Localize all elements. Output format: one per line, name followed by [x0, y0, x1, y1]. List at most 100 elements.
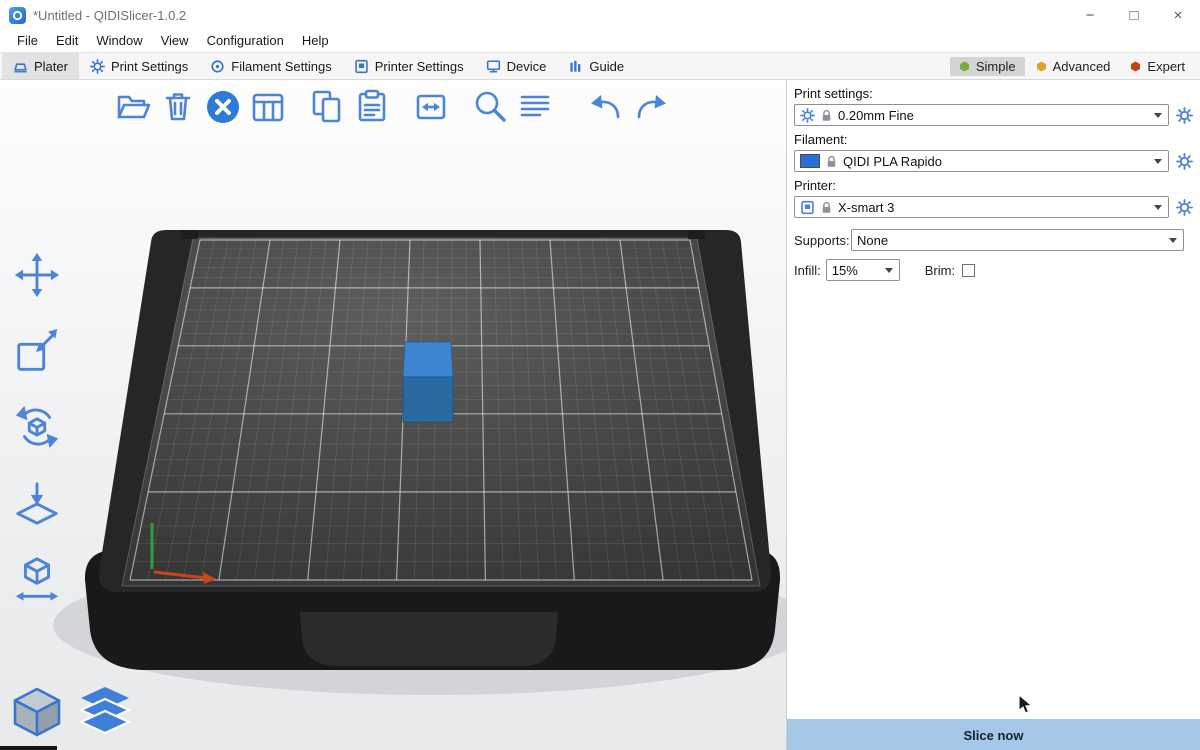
device-icon	[486, 59, 501, 74]
mode-label: Simple	[976, 59, 1016, 74]
guide-icon	[568, 59, 583, 74]
3d-scene[interactable]	[0, 80, 786, 750]
measure-tool-button[interactable]	[10, 552, 64, 606]
open-button[interactable]	[112, 86, 154, 128]
redo-icon	[631, 87, 671, 127]
mode-simple[interactable]: Simple	[950, 57, 1025, 76]
menu-window[interactable]: Window	[87, 30, 151, 52]
gear-icon	[1176, 107, 1193, 124]
menu-bar: File Edit Window View Configuration Help	[0, 30, 1200, 52]
move-icon	[12, 250, 62, 300]
paste-icon	[352, 87, 392, 127]
minimize-button[interactable]: −	[1068, 0, 1112, 30]
plater-icon	[13, 59, 28, 74]
app-window: *Untitled - QIDISlicer-1.0.2 − □ × File …	[0, 0, 1200, 750]
view-switch	[8, 682, 134, 742]
tab-guide[interactable]: Guide	[557, 53, 635, 79]
lock-icon	[825, 155, 838, 168]
menu-help[interactable]: Help	[293, 30, 338, 52]
viewport-toolbar	[112, 86, 672, 128]
mode-selector: Simple Advanced Expert	[950, 53, 1200, 79]
undo-icon	[586, 87, 626, 127]
paste-button[interactable]	[351, 86, 393, 128]
move-tool-button[interactable]	[10, 248, 64, 302]
tab-label: Guide	[589, 59, 624, 74]
print-settings-combo[interactable]: 0.20mm Fine	[794, 104, 1169, 126]
tab-device[interactable]: Device	[475, 53, 558, 79]
bottom-left-strip	[0, 746, 57, 750]
split-icon	[411, 87, 451, 127]
gear-icon	[1176, 199, 1193, 216]
layer-list-button[interactable]	[514, 86, 556, 128]
filament-combo[interactable]: QIDI PLA Rapido	[794, 150, 1169, 172]
menu-edit[interactable]: Edit	[47, 30, 87, 52]
plate-clip	[688, 230, 705, 239]
tab-filament-settings[interactable]: Filament Settings	[199, 53, 342, 79]
menu-configuration[interactable]: Configuration	[198, 30, 293, 52]
tab-printer-settings[interactable]: Printer Settings	[343, 53, 475, 79]
tab-label: Print Settings	[111, 59, 188, 74]
infill-combo[interactable]: 15%	[826, 259, 900, 281]
measure-icon	[12, 554, 62, 604]
chevron-down-icon	[1169, 238, 1177, 243]
menu-file[interactable]: File	[8, 30, 47, 52]
filament-value: QIDI PLA Rapido	[843, 154, 1149, 169]
rotate-tool-button[interactable]	[10, 400, 64, 454]
tab-print-settings[interactable]: Print Settings	[79, 53, 199, 79]
window-title: *Untitled - QIDISlicer-1.0.2	[33, 8, 186, 23]
infill-label: Infill:	[794, 263, 821, 278]
tab-label: Printer Settings	[375, 59, 464, 74]
main-content: Print settings: 0.20mm Fine Filament: QI…	[0, 80, 1200, 750]
slice-now-button[interactable]: Slice now	[787, 719, 1200, 750]
scale-tool-button[interactable]	[10, 324, 64, 378]
print-settings-gear-button[interactable]	[1174, 105, 1194, 125]
brim-checkbox[interactable]	[962, 264, 975, 277]
preview-layers-button[interactable]	[76, 682, 134, 742]
print-settings-label: Print settings:	[794, 86, 1194, 101]
tab-label: Plater	[34, 59, 68, 74]
printer-icon	[800, 200, 815, 215]
settings-sidebar: Print settings: 0.20mm Fine Filament: QI…	[786, 80, 1200, 750]
window-controls: − □ ×	[1068, 0, 1200, 30]
search-button[interactable]	[469, 86, 511, 128]
preview-layers-icon	[77, 684, 133, 740]
chevron-down-icon	[885, 268, 893, 273]
filament-gear-button[interactable]	[1174, 151, 1194, 171]
arrange-icon	[248, 87, 288, 127]
maximize-button[interactable]: □	[1112, 0, 1156, 30]
supports-label: Supports:	[794, 233, 851, 248]
print-settings-value: 0.20mm Fine	[838, 108, 1149, 123]
delete-all-icon	[203, 87, 243, 127]
printer-value: X-smart 3	[838, 200, 1149, 215]
infill-value: 15%	[832, 263, 880, 278]
search-icon	[470, 87, 510, 127]
open-icon	[113, 87, 153, 127]
layers-list-icon	[515, 87, 555, 127]
place-on-face-tool-button[interactable]	[10, 476, 64, 530]
split-objects-button[interactable]	[410, 86, 452, 128]
printer-combo[interactable]: X-smart 3	[794, 196, 1169, 218]
copy-button[interactable]	[306, 86, 348, 128]
copy-icon	[307, 87, 347, 127]
view-3d-button[interactable]	[8, 682, 66, 742]
printer-gear-button[interactable]	[1174, 197, 1194, 217]
arrange-button[interactable]	[247, 86, 289, 128]
menu-view[interactable]: View	[152, 30, 198, 52]
model-cube[interactable]	[403, 342, 453, 422]
supports-value: None	[857, 233, 1164, 248]
close-button[interactable]: ×	[1156, 0, 1200, 30]
delete-icon	[158, 87, 198, 127]
delete-all-button[interactable]	[202, 86, 244, 128]
mode-expert[interactable]: Expert	[1121, 57, 1194, 76]
redo-button[interactable]	[630, 86, 672, 128]
printer-icon	[354, 59, 369, 74]
3d-viewport[interactable]	[0, 80, 786, 750]
tab-plater[interactable]: Plater	[2, 53, 79, 79]
mode-advanced[interactable]: Advanced	[1027, 57, 1120, 76]
undo-button[interactable]	[585, 86, 627, 128]
filament-label: Filament:	[794, 132, 1194, 147]
delete-button[interactable]	[157, 86, 199, 128]
supports-combo[interactable]: None	[851, 229, 1184, 251]
gear-icon	[1176, 153, 1193, 170]
chevron-down-icon	[1154, 159, 1162, 164]
